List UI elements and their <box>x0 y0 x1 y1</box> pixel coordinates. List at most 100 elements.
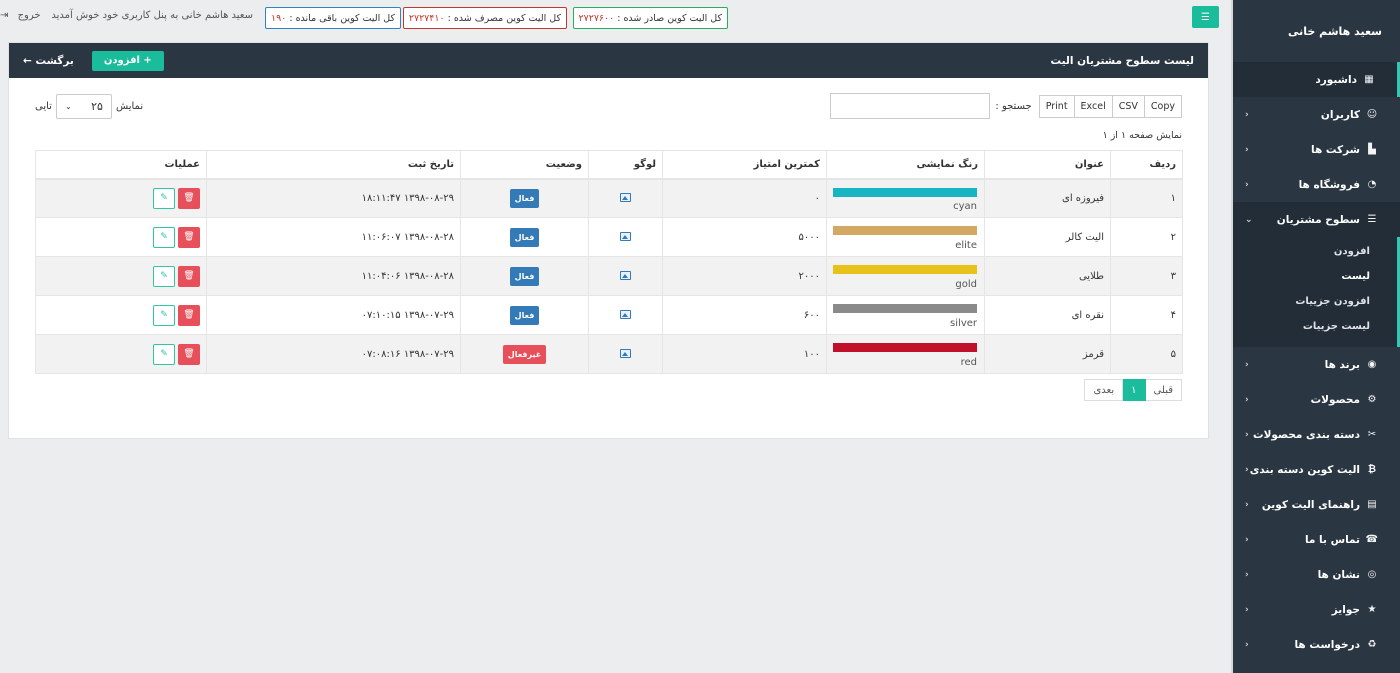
image-icon[interactable] <box>620 271 631 280</box>
cell-logo <box>588 256 663 296</box>
coin-icon: ₿ <box>1367 464 1377 475</box>
sidebar-item-users[interactable]: ☺ کاربران ‹ <box>1233 97 1400 132</box>
sidebar-item-product-categories[interactable]: ✂ دسته بندی محصولات ‹ <box>1233 417 1400 452</box>
status-badge: فعال <box>509 188 540 208</box>
cell-ops: ✎ 🗑 <box>35 178 207 218</box>
stat-used: کل الیت کوین مصرف شده : ۲۷۲۷۴۱۰ <box>402 7 567 29</box>
cell-status: فعال <box>460 295 589 335</box>
color-name: red <box>960 357 977 368</box>
cell-status: فعال <box>460 178 589 218</box>
sidebar-item-coin-guide[interactable]: ▤ راهنمای الیت کوین ‹ <box>1233 487 1400 522</box>
chevron-left-icon: ‹ <box>1245 359 1249 370</box>
copy-button[interactable]: Copy <box>1143 94 1182 118</box>
cell-logo <box>588 295 663 335</box>
cell-logo <box>588 217 663 257</box>
search-input[interactable] <box>830 93 991 119</box>
edit-button[interactable]: ✎ <box>153 187 175 209</box>
sidebar-item-products[interactable]: ⚙ محصولات ‹ <box>1233 382 1400 417</box>
sidebar-item-rewards[interactable]: ★ جوایز ‹ <box>1233 592 1400 627</box>
sidebar-item-contact[interactable]: ☎ تماس با ما ‹ <box>1233 522 1400 557</box>
sidebar-item-requests[interactable]: ♻ درخواست ها ‹ <box>1233 627 1400 662</box>
header-color[interactable]: رنگ نمایشی <box>826 150 985 180</box>
pagination: قبلی ۱ بعدی <box>1084 379 1182 401</box>
status-badge: غیرفعال <box>502 344 547 364</box>
welcome-text: سعید هاشم خانی به پنل کاربری خود خوش آمد… <box>51 10 253 21</box>
cell-color: elite <box>826 217 985 257</box>
header-logo[interactable]: لوگو <box>588 150 663 180</box>
chevron-left-icon: ‹ <box>1245 179 1249 190</box>
chevron-left-icon: ‹ <box>1245 639 1249 650</box>
submenu-item[interactable]: لیست جزییات <box>1233 314 1397 339</box>
edit-button[interactable]: ✎ <box>153 265 175 287</box>
page-length-select[interactable]: ⌄ ۲۵ <box>55 94 112 119</box>
cell-min-score: ۰ <box>662 178 827 218</box>
color-name: gold <box>955 279 977 290</box>
sidebar-item-companies[interactable]: ▙ شرکت ها ‹ <box>1233 132 1400 167</box>
chart-icon: ▙ <box>1368 144 1376 155</box>
chevron-left-icon: ‹ <box>1245 499 1249 510</box>
header-date[interactable]: تاریخ ثبت <box>206 150 461 180</box>
header-min-score[interactable]: کمترین امتیاز <box>662 150 827 180</box>
edit-button[interactable]: ✎ <box>153 304 175 326</box>
sidebar-item-brands[interactable]: ◉ برند ها ‹ <box>1233 347 1400 382</box>
header-num[interactable]: ردیف <box>1110 150 1183 180</box>
image-icon[interactable] <box>620 193 631 203</box>
menu-toggle-button[interactable]: ☰ <box>1192 6 1219 28</box>
sidebar-item-coin-categories[interactable]: ₿ الیت کوین دسته بندی ‹ <box>1233 452 1400 487</box>
panel-header: لیست سطوح مشتریان الیت + افزودن برگشت ← <box>9 43 1208 78</box>
prev-page-button[interactable]: قبلی <box>1144 379 1182 401</box>
sidebar-item-customer-levels[interactable]: ☰ سطوح مشتریان ⌄ <box>1233 202 1400 237</box>
sidebar-item-label: جوایز <box>1331 603 1360 616</box>
edit-button[interactable]: ✎ <box>153 343 175 365</box>
edit-icon: ✎ <box>160 232 168 242</box>
sidebar-item-label: فروشگاه ها <box>1298 178 1360 191</box>
sidebar-item-dashboard[interactable]: ▦ داشبورد <box>1233 62 1400 97</box>
cell-date: ۱۳۹۸-۰۸-۲۹ ۱۸:۱۱:۴۷ <box>206 178 461 218</box>
delete-button[interactable]: 🗑 <box>178 304 200 326</box>
sidebar-item-label: الیت کوین دسته بندی <box>1249 463 1360 476</box>
submenu-item[interactable]: افزودن جزییات <box>1233 289 1397 314</box>
add-button[interactable]: + افزودن <box>91 50 164 71</box>
table-header-row: ردیف عنوان رنگ نمایشی کمترین امتیاز لوگو… <box>35 150 1183 180</box>
cell-num: ۲ <box>1110 217 1183 257</box>
sidebar: سعید هاشم خانی ▦ داشبورد ☺ کاربران ‹ ▙ شرکت ها… <box>1231 0 1400 673</box>
image-icon[interactable] <box>620 232 631 241</box>
export-toolbar: Copy CSV Excel Print جستجو : <box>830 93 1182 119</box>
trash-icon: 🗑 <box>183 349 195 359</box>
excel-button[interactable]: Excel <box>1073 94 1113 118</box>
color-swatch <box>833 304 977 313</box>
chevron-left-icon: ‹ <box>1245 429 1249 440</box>
print-button[interactable]: Print <box>1038 94 1075 118</box>
delete-button[interactable]: 🗑 <box>178 343 200 365</box>
stat-issued-value: ۲۷۲۷۶۰۰ <box>578 12 615 24</box>
csv-button[interactable]: CSV <box>1111 94 1145 118</box>
header-status[interactable]: وضعیت <box>460 150 589 180</box>
cell-logo <box>588 178 663 218</box>
image-icon[interactable] <box>620 310 631 319</box>
stat-used-label: کل الیت کوین مصرف شده : <box>447 12 561 24</box>
sidebar-item-label: شرکت ها <box>1311 143 1360 156</box>
edit-button[interactable]: ✎ <box>153 226 175 248</box>
delete-button[interactable]: 🗑 <box>178 187 200 209</box>
logout-link[interactable]: خروج ⇥ <box>0 10 41 21</box>
cell-status: فعال <box>460 256 589 296</box>
back-button[interactable]: برگشت ← <box>23 55 74 67</box>
delete-button[interactable]: 🗑 <box>178 265 200 287</box>
dashboard-icon: ▦ <box>1364 74 1374 85</box>
submenu-item[interactable]: افزودن <box>1233 239 1397 264</box>
sidebar-item-badges[interactable]: ◎ نشان ها ‹ <box>1233 557 1400 592</box>
header-title[interactable]: عنوان <box>984 150 1111 180</box>
cell-date: ۱۳۹۸-۰۸-۲۸ ۱۱:۰۴:۰۶ <box>206 256 461 296</box>
page-1-button[interactable]: ۱ <box>1122 379 1146 401</box>
next-page-button[interactable]: بعدی <box>1084 379 1124 401</box>
cell-title: طلایی <box>984 256 1111 296</box>
image-icon[interactable] <box>620 349 631 358</box>
requests-icon: ♻ <box>1367 639 1377 650</box>
delete-button[interactable]: 🗑 <box>178 226 200 248</box>
sidebar-item-stores[interactable]: ◔ فروشگاه ها ‹ <box>1233 167 1400 202</box>
sidebar-user-name: سعید هاشم خانی <box>1287 24 1382 38</box>
submenu-item[interactable]: لیست <box>1233 264 1397 289</box>
show-label: نمایش <box>115 101 144 112</box>
color-name: silver <box>950 318 977 329</box>
badges-icon: ◎ <box>1367 569 1377 580</box>
